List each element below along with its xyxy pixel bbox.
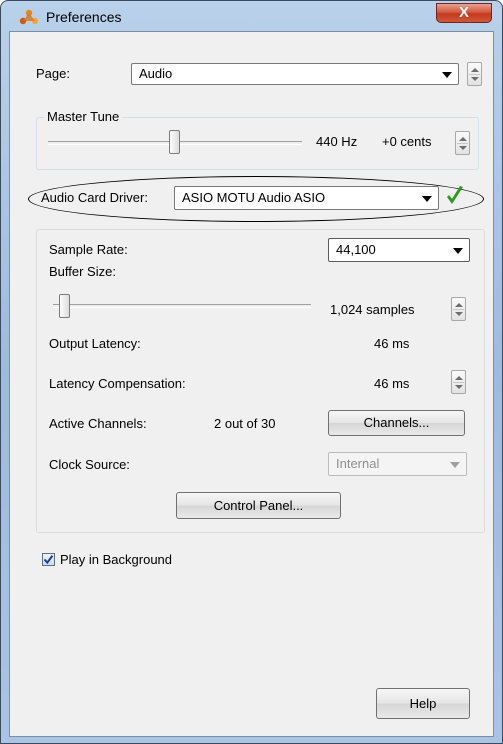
driver-label: Audio Card Driver: [41, 190, 148, 205]
buffer-size-value: 1,024 samples [330, 302, 415, 317]
sample-rate-value: 44,100 [336, 242, 376, 257]
clock-source-value: Internal [336, 456, 380, 471]
checkmark-icon [447, 186, 463, 204]
spin-up-icon [471, 68, 479, 72]
spin-down-icon [455, 312, 463, 316]
page-select-value: Audio [139, 66, 173, 81]
client-area: Page: Audio Master Tune 440 Hz +0 cents … [9, 31, 494, 737]
chevron-down-icon [422, 196, 432, 202]
channels-button[interactable]: Channels... [328, 410, 465, 436]
spin-up-icon [459, 137, 467, 141]
master-tune-label: Master Tune [44, 109, 123, 124]
driver-select-value: ASIO MOTU Audio ASIO [182, 190, 326, 205]
buffer-size-track [53, 304, 311, 308]
play-in-background-label: Play in Background [60, 552, 173, 567]
latency-compensation-value: 46 ms [374, 376, 410, 391]
master-tune-slider[interactable] [169, 130, 180, 154]
chevron-down-icon [442, 72, 452, 78]
spin-down-icon [455, 385, 463, 389]
chevron-down-icon [453, 248, 463, 254]
spin-down-icon [471, 77, 479, 81]
close-button[interactable]: X [436, 3, 492, 23]
page-spinner[interactable] [467, 62, 482, 86]
cents-spinner[interactable] [455, 131, 470, 155]
buffer-size-spinner[interactable] [451, 297, 466, 321]
clock-source-select[interactable]: Internal [328, 452, 467, 476]
clock-source-label: Clock Source: [49, 457, 130, 472]
spin-up-icon [455, 303, 463, 307]
buffer-size-label: Buffer Size: [49, 264, 116, 279]
spin-down-icon [459, 146, 467, 150]
output-latency-value: 46 ms [374, 336, 410, 351]
driver-select[interactable]: ASIO MOTU Audio ASIO [174, 186, 439, 210]
preferences-window: Preferences X Page: Audio Master Tune 44… [0, 0, 503, 744]
app-logo-icon [19, 9, 39, 25]
hz-value: 440 Hz [316, 134, 358, 149]
page-select[interactable]: Audio [131, 63, 459, 85]
title-bar[interactable]: Preferences X [1, 1, 502, 31]
spin-up-icon [455, 376, 463, 380]
latency-compensation-spinner[interactable] [451, 370, 466, 394]
play-in-background-checkbox[interactable] [42, 553, 55, 566]
sample-rate-label: Sample Rate: [49, 242, 128, 257]
chevron-down-icon [450, 462, 460, 468]
help-button[interactable]: Help [376, 688, 470, 719]
control-panel-button[interactable]: Control Panel... [176, 492, 341, 519]
active-channels-value: 2 out of 30 [214, 416, 276, 431]
window-title: Preferences [46, 9, 122, 25]
sample-rate-select[interactable]: 44,100 [328, 238, 470, 262]
output-latency-label: Output Latency: [49, 336, 141, 351]
page-label: Page: [36, 66, 70, 81]
cents-value: +0 cents [382, 134, 432, 149]
buffer-size-slider[interactable] [59, 294, 70, 318]
latency-compensation-label: Latency Compensation: [49, 376, 186, 391]
check-icon [43, 555, 54, 565]
active-channels-label: Active Channels: [49, 416, 147, 431]
